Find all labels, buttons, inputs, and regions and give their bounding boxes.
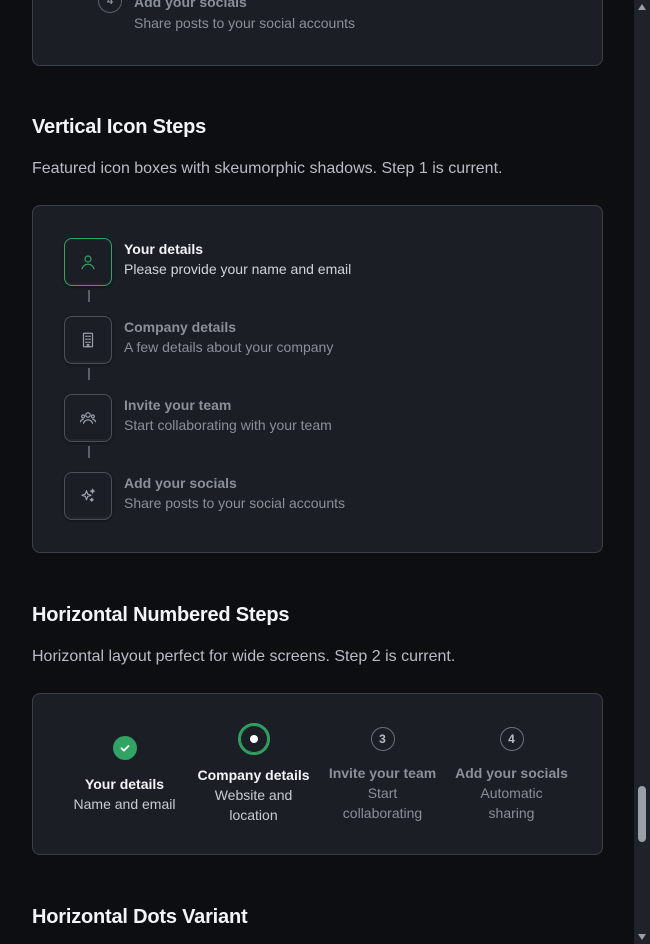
scrollbar[interactable] bbox=[634, 0, 650, 944]
section-description: Horizontal layout perfect for wide scree… bbox=[32, 648, 456, 665]
step-subtitle: Automatic sharing bbox=[480, 785, 543, 821]
horizontal-step[interactable]: Your details Name and email bbox=[60, 736, 189, 814]
vertical-step[interactable]: Your details Please provide your name an… bbox=[32, 238, 601, 286]
scroll-up-arrow-icon[interactable] bbox=[638, 4, 646, 10]
horizontal-step[interactable]: 4 Add your socials Automatic sharing bbox=[447, 727, 576, 823]
step-subtitle: A few details about your company bbox=[124, 339, 334, 355]
vertical-step[interactable]: Company details A few details about your… bbox=[32, 316, 601, 364]
step-connector bbox=[88, 446, 90, 458]
scrollbar-thumb[interactable] bbox=[638, 786, 646, 842]
step-number-badge: 4 bbox=[98, 0, 122, 13]
step-subtitle: Start collaborating bbox=[342, 785, 423, 821]
vertical-step[interactable]: Add your socials Share posts to your soc… bbox=[32, 472, 601, 520]
step-connector bbox=[88, 290, 90, 302]
horizontal-step[interactable]: 3 Invite your team Start collaborating bbox=[318, 727, 447, 823]
current-step-indicator bbox=[237, 723, 270, 755]
horizontal-step[interactable]: Company details Website and location bbox=[189, 723, 318, 825]
section-description: Featured icon boxes with skeumorphic sha… bbox=[32, 160, 503, 177]
step-connector bbox=[88, 368, 90, 380]
team-icon bbox=[64, 394, 112, 442]
user-icon bbox=[64, 238, 112, 286]
step-subtitle: Share posts to your social accounts bbox=[134, 15, 356, 31]
vertical-step[interactable]: Invite your team Start collaborating wit… bbox=[32, 394, 601, 442]
step-subtitle: Website and location bbox=[214, 787, 293, 823]
horizontal-steps-card: Your details Name and email Company deta… bbox=[32, 693, 603, 855]
section-heading: Horizontal Numbered Steps bbox=[32, 604, 290, 626]
sparkles-icon bbox=[64, 472, 112, 520]
scroll-down-arrow-icon[interactable] bbox=[638, 934, 646, 940]
step-subtitle: Start collaborating with your team bbox=[124, 417, 332, 433]
step-title: Company details bbox=[197, 767, 310, 783]
step-title: Add your socials bbox=[124, 475, 237, 491]
section-heading: Vertical Icon Steps bbox=[32, 116, 207, 138]
step-number-badge: 4 bbox=[499, 727, 524, 751]
page: 4 Add your socials Share posts to your s… bbox=[0, 0, 634, 944]
step-title: Add your socials bbox=[455, 765, 568, 781]
check-icon bbox=[112, 736, 137, 760]
section-heading: Horizontal Dots Variant bbox=[32, 906, 248, 928]
step-title: Add your socials bbox=[134, 0, 247, 10]
step-number-badge: 3 bbox=[370, 727, 395, 751]
building-icon bbox=[64, 316, 112, 364]
step-subtitle: Please provide your name and email bbox=[124, 261, 352, 277]
step-title: Company details bbox=[124, 319, 237, 335]
step-title: Your details bbox=[84, 776, 165, 792]
partial-steps-card: 4 Add your socials Share posts to your s… bbox=[32, 0, 603, 66]
step-title: Invite your team bbox=[328, 765, 437, 781]
step-title: Your details bbox=[124, 241, 204, 257]
step-subtitle: Name and email bbox=[73, 796, 176, 812]
step-subtitle: Share posts to your social accounts bbox=[124, 495, 346, 511]
step-title: Invite your team bbox=[124, 397, 232, 413]
